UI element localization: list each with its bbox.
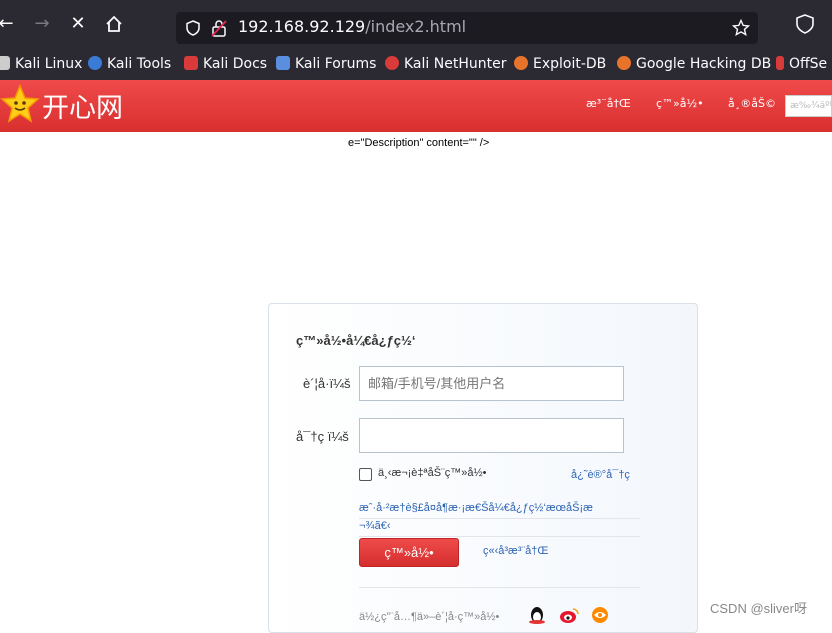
site-header <box>0 80 832 132</box>
url-path: /index2.html <box>365 17 467 36</box>
address-bar[interactable]: 192.168.92.129/index2.html <box>176 12 758 44</box>
bookmark-kali-tools[interactable]: Kali Tools <box>88 54 171 74</box>
terms-notice-line1[interactable]: æˆ·å·²æ†è§£å¤å¶æ·¡æ€Šå¼€å¿ƒç½‘æœåŠ¡æ <box>359 502 593 514</box>
url-host: 192.168.92.129 <box>238 17 366 36</box>
bookmark-kali-forums[interactable]: Kali Forums <box>276 54 376 74</box>
account-label: è´¦å·ï¼š <box>303 376 351 391</box>
kali-forums-icon <box>276 56 290 70</box>
kali-tools-icon <box>88 56 102 70</box>
forgot-password-link[interactable]: å¿˜è®°å¯†ç <box>571 469 630 481</box>
bookmark-kali-nethunter[interactable]: Kali NetHunter <box>385 54 506 74</box>
shield-extension-icon[interactable] <box>793 12 821 36</box>
leaked-meta-text: e="Description" content="" /> <box>348 137 490 149</box>
divider <box>359 587 640 588</box>
register-link[interactable]: ç«‹å³æ³¨å†Œ <box>483 545 548 557</box>
other-login-label: ä½¿ç”¨å…¶ä»–è´¦å·ç™»å½• <box>359 611 500 623</box>
login-title: ç™»å½•å¼€å¿ƒç½‘ <box>296 333 416 348</box>
stop-loading-icon[interactable]: ✕ <box>66 12 90 36</box>
remember-checkbox[interactable] <box>359 468 372 481</box>
qq-penguin-icon[interactable] <box>527 606 547 624</box>
bookmark-label: Kali Linux <box>15 56 83 72</box>
bookmark-label: Kali Tools <box>107 56 172 72</box>
bookmark-star-icon[interactable] <box>732 19 750 37</box>
remember-label: ä¸‹æ¬¡è‡ªåŠ¨ç™»å½• <box>378 467 487 479</box>
star-logo-icon[interactable] <box>0 84 40 124</box>
bookmark-label: Google Hacking DB <box>636 56 772 72</box>
bookmark-kali-docs[interactable]: Kali Docs <box>184 54 267 74</box>
divider <box>359 518 640 519</box>
account-input[interactable] <box>359 366 624 401</box>
browser-toolbar: ← → ✕ 192.168.92.129/index2.html <box>0 0 832 48</box>
csdn-watermark: CSDN @sliver呀 <box>710 601 807 616</box>
back-arrow-icon[interactable]: ← <box>0 12 18 36</box>
bookmark-label: Kali Forums <box>295 56 377 72</box>
exploit-db-icon <box>514 56 528 70</box>
insecure-lock-icon[interactable] <box>211 19 227 37</box>
bookmarks-bar: Kali Linux Kali Tools Kali Docs Kali For… <box>0 48 832 80</box>
divider <box>359 536 640 537</box>
tianyi-icon[interactable] <box>590 606 610 624</box>
bookmark-label: Kali Docs <box>203 56 268 72</box>
weibo-icon[interactable] <box>559 606 579 624</box>
offsec-icon <box>776 56 784 70</box>
kali-docs-icon <box>184 56 198 70</box>
home-icon[interactable] <box>102 12 126 36</box>
bookmark-label: Exploit-DB <box>533 56 607 72</box>
shield-icon[interactable] <box>185 20 201 36</box>
password-input[interactable] <box>359 418 624 453</box>
bookmark-label: Kali NetHunter <box>404 56 507 72</box>
ghdb-icon <box>617 56 631 70</box>
header-search-input[interactable]: æ‰¾äººœå <box>785 95 832 117</box>
bookmark-google-hacking-db[interactable]: Google Hacking DB <box>617 54 771 74</box>
site-logo-text[interactable]: 开心网 <box>42 86 123 125</box>
header-link-login[interactable]: ç™»å½• <box>656 97 704 110</box>
forward-arrow-icon[interactable]: → <box>30 12 54 36</box>
kali-dragon-icon <box>0 56 10 70</box>
bookmark-exploit-db[interactable]: Exploit-DB <box>514 54 606 74</box>
nethunter-icon <box>385 56 399 70</box>
password-label: å¯†ç ï¼š <box>296 429 349 444</box>
terms-notice-line2[interactable]: ¬¾ã€‹ <box>359 520 391 532</box>
bookmark-offsec[interactable]: OffSe <box>776 54 827 74</box>
login-button[interactable]: ç™»å½• <box>359 538 459 567</box>
bookmark-kali-linux[interactable]: Kali Linux <box>0 54 82 74</box>
url-text: 192.168.92.129/index2.html <box>238 17 466 36</box>
header-link-register[interactable]: æ³¨å†Œ <box>586 97 631 110</box>
bookmark-label: OffSe <box>789 56 828 72</box>
header-link-help[interactable]: å¸®åŠ© <box>728 97 776 110</box>
